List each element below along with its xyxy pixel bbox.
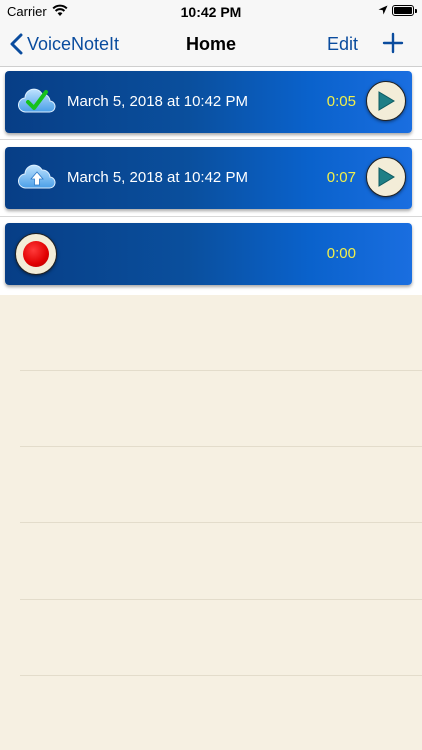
- play-icon: [378, 91, 395, 111]
- battery-icon: [392, 5, 417, 16]
- play-button[interactable]: [366, 157, 406, 197]
- cloud-synced-icon: [18, 88, 56, 113]
- location-arrow-icon: [378, 5, 388, 15]
- play-button[interactable]: [366, 81, 406, 121]
- edit-button[interactable]: Edit: [327, 34, 358, 55]
- recording-date: March 5, 2018 at 10:42 PM: [67, 93, 248, 110]
- clock: 10:42 PM: [180, 4, 242, 20]
- row-divider: [0, 216, 422, 217]
- recordings-list: March 5, 2018 at 10:42 PM 0:05 March 5, …: [0, 67, 422, 295]
- row-divider: [0, 139, 422, 140]
- cloud-upload-icon: [18, 164, 56, 189]
- record-button[interactable]: [15, 233, 57, 275]
- status-bar: Carrier 10:42 PM: [0, 0, 422, 22]
- empty-row-separator: [20, 675, 422, 676]
- recording-date: March 5, 2018 at 10:42 PM: [67, 169, 248, 186]
- recorder-duration: 0:00: [326, 245, 356, 262]
- add-icon[interactable]: [382, 32, 404, 54]
- recording-duration: 0:05: [326, 93, 356, 110]
- page-title: Home: [185, 34, 236, 54]
- record-icon: [23, 241, 49, 267]
- recording-duration: 0:07: [326, 169, 356, 186]
- empty-row-separator: [20, 446, 422, 447]
- new-recording-row: 0:00: [5, 223, 412, 285]
- navigation-bar: VoiceNoteIt Home Edit: [0, 22, 422, 67]
- play-icon: [378, 167, 395, 187]
- empty-row-separator: [20, 370, 422, 371]
- recording-row[interactable]: March 5, 2018 at 10:42 PM 0:05: [5, 71, 412, 133]
- empty-row-separator: [20, 599, 422, 600]
- recording-row[interactable]: March 5, 2018 at 10:42 PM 0:07: [5, 147, 412, 209]
- empty-row-separator: [20, 522, 422, 523]
